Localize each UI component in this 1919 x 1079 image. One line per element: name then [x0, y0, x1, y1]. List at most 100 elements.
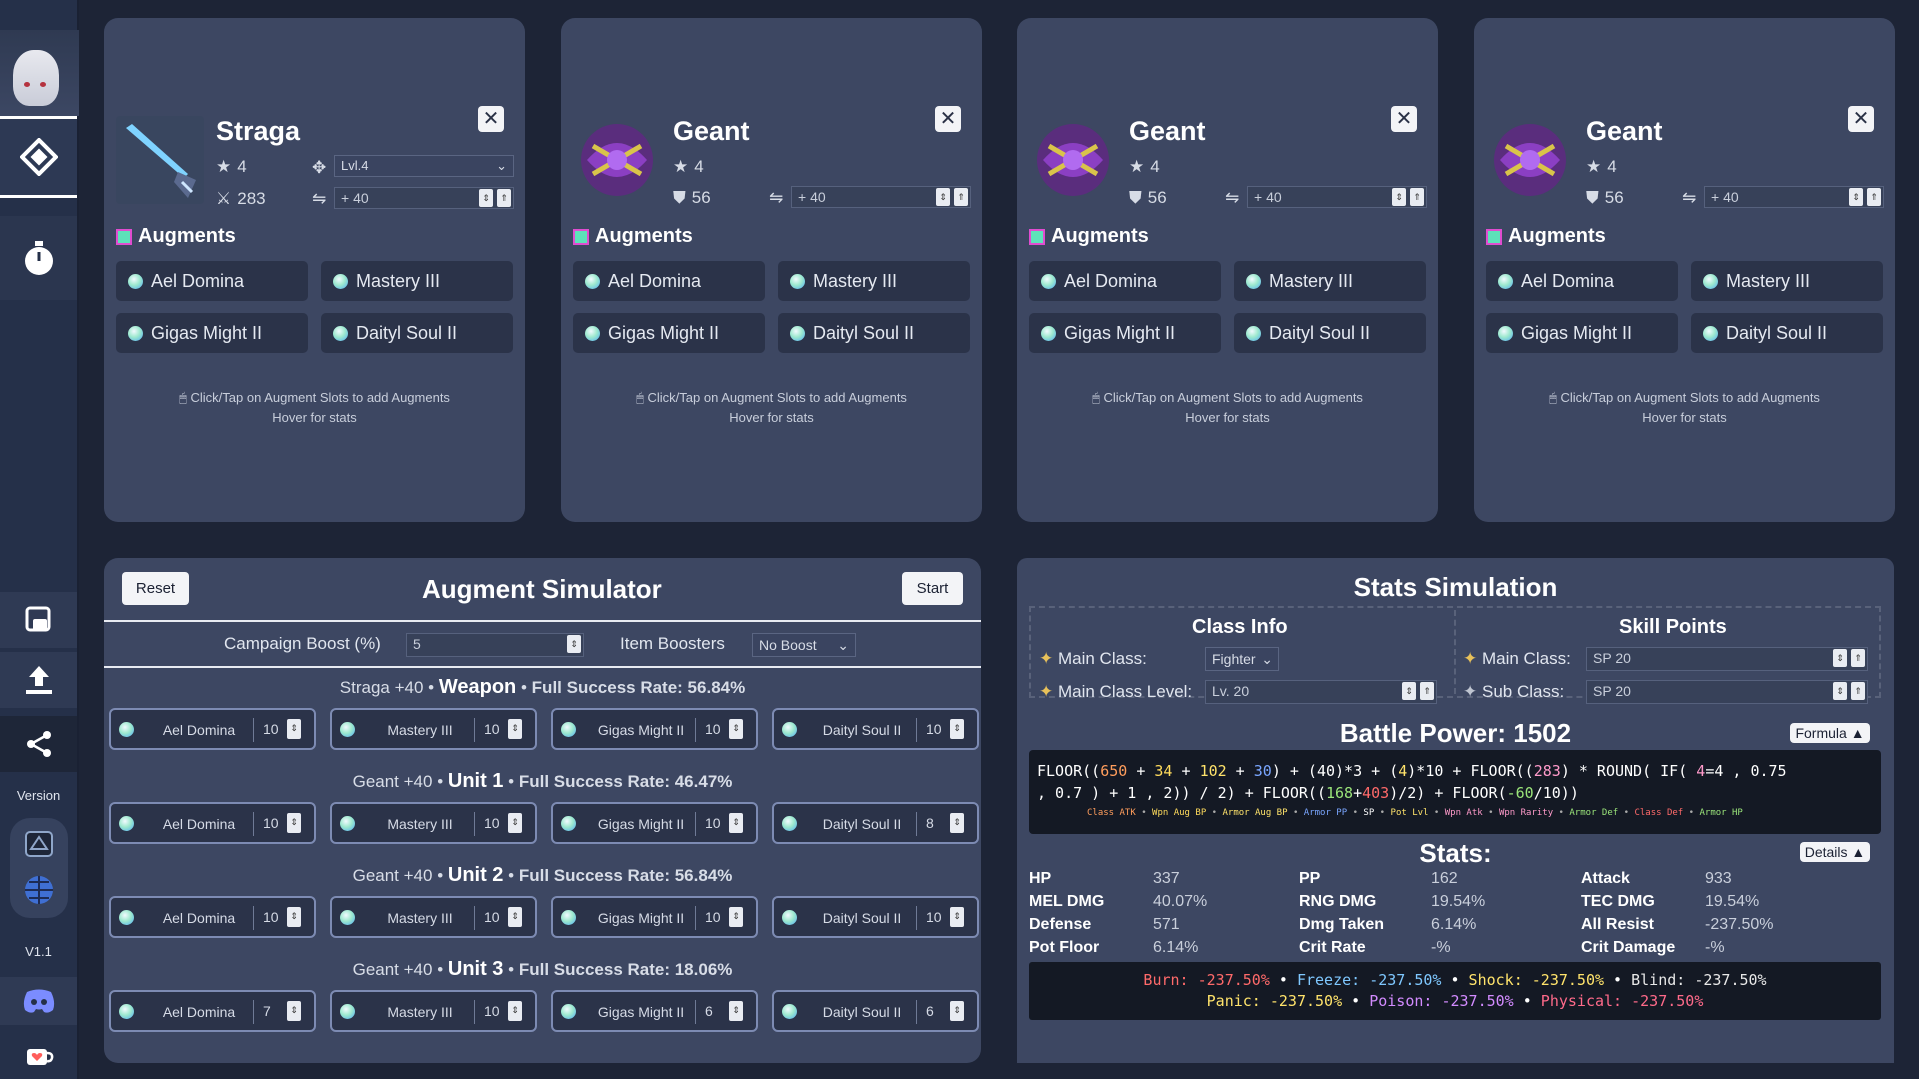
stepper-icon[interactable]: ⇕: [729, 813, 743, 833]
sim-augment-slot[interactable]: Mastery III 10 ⇕: [330, 896, 537, 938]
augment-slot[interactable]: Ael Domina: [573, 261, 765, 301]
augment-slot[interactable]: Gigas Might II: [116, 313, 308, 353]
stepper-icon[interactable]: ⇕: [950, 907, 964, 927]
augment-slot[interactable]: Daityl Soul II: [1691, 313, 1883, 353]
sim-augment-slot[interactable]: Mastery III 10 ⇕: [330, 708, 537, 750]
stepper-icon[interactable]: ⇕: [508, 813, 522, 833]
sim-augment-count[interactable]: 10: [484, 815, 500, 831]
augment-slot[interactable]: Gigas Might II: [573, 313, 765, 353]
stepper-icon[interactable]: ⇕: [950, 1001, 964, 1021]
start-button[interactable]: Start: [902, 572, 963, 605]
sim-augment-slot[interactable]: Gigas Might II 10 ⇕: [551, 896, 758, 938]
enhance-input[interactable]: + 40 ⇕ ⇑: [1704, 186, 1884, 208]
item-boosters-select[interactable]: No Boost ⌄: [752, 633, 856, 657]
max-icon[interactable]: ⇑: [497, 189, 511, 207]
stepper-icon[interactable]: ⇕: [287, 1001, 301, 1021]
emblem-icon[interactable]: [23, 829, 55, 859]
sim-augment-slot[interactable]: Gigas Might II 6 ⇕: [551, 990, 758, 1032]
stepper-icon[interactable]: ⇕: [1833, 682, 1847, 700]
sim-augment-slot[interactable]: Ael Domina 7 ⇕: [109, 990, 316, 1032]
sim-augment-slot[interactable]: Daityl Soul II 10 ⇕: [772, 896, 979, 938]
augment-slot[interactable]: Gigas Might II: [1029, 313, 1221, 353]
sim-augment-slot[interactable]: Mastery III 10 ⇕: [330, 990, 537, 1032]
max-icon[interactable]: ⇑: [1851, 682, 1865, 700]
stepper-icon[interactable]: ⇕: [1833, 649, 1847, 667]
max-icon[interactable]: ⇑: [1851, 649, 1865, 667]
sim-augment-count[interactable]: 10: [705, 909, 721, 925]
augment-slot[interactable]: Mastery III: [321, 261, 513, 301]
sim-augment-slot[interactable]: Gigas Might II 10 ⇕: [551, 708, 758, 750]
sim-augment-slot[interactable]: Gigas Might II 10 ⇕: [551, 802, 758, 844]
max-icon[interactable]: ⇑: [1420, 682, 1434, 700]
augment-slot[interactable]: Daityl Soul II: [1234, 313, 1426, 353]
augment-slot[interactable]: Daityl Soul II: [321, 313, 513, 353]
augment-slot[interactable]: Mastery III: [1691, 261, 1883, 301]
close-icon[interactable]: ✕: [478, 106, 504, 132]
stepper-icon[interactable]: ⇕: [567, 635, 581, 653]
discord-button[interactable]: [0, 977, 77, 1025]
augment-slot[interactable]: Mastery III: [1234, 261, 1426, 301]
sim-augment-slot[interactable]: Mastery III 10 ⇕: [330, 802, 537, 844]
sim-augment-count[interactable]: 10: [705, 815, 721, 831]
sim-augment-count[interactable]: 6: [705, 1003, 713, 1019]
max-icon[interactable]: ⇑: [954, 188, 968, 206]
reset-button[interactable]: Reset: [122, 572, 189, 605]
sim-augment-slot[interactable]: Daityl Soul II 6 ⇕: [772, 990, 979, 1032]
sim-augment-count[interactable]: 10: [484, 721, 500, 737]
augment-slot[interactable]: Gigas Might II: [1486, 313, 1678, 353]
sp-main-input[interactable]: SP 20 ⇕ ⇑: [1586, 647, 1868, 671]
sim-augment-slot[interactable]: Daityl Soul II 8 ⇕: [772, 802, 979, 844]
sim-augment-count[interactable]: 10: [705, 721, 721, 737]
stepper-icon[interactable]: ⇕: [729, 1001, 743, 1021]
kofi-button[interactable]: [0, 1034, 77, 1079]
sim-augment-count[interactable]: 6: [926, 1003, 934, 1019]
nav-timer-button[interactable]: [0, 216, 77, 300]
sim-augment-slot[interactable]: Ael Domina 10 ⇕: [109, 896, 316, 938]
stepper-icon[interactable]: ⇕: [950, 813, 964, 833]
stepper-icon[interactable]: ⇕: [508, 719, 522, 739]
stepper-icon[interactable]: ⇕: [729, 719, 743, 739]
stepper-icon[interactable]: ⇕: [508, 907, 522, 927]
stepper-icon[interactable]: ⇕: [287, 813, 301, 833]
details-toggle-button[interactable]: Details ▲: [1800, 842, 1870, 862]
sim-augment-count[interactable]: 8: [926, 815, 934, 831]
nav-home-button[interactable]: [0, 119, 77, 195]
stepper-icon[interactable]: ⇕: [1849, 188, 1863, 206]
close-icon[interactable]: ✕: [935, 106, 961, 132]
sim-augment-count[interactable]: 10: [263, 721, 279, 737]
sim-augment-count[interactable]: 10: [926, 721, 942, 737]
stepper-icon[interactable]: ⇕: [950, 719, 964, 739]
stepper-icon[interactable]: ⇕: [508, 1001, 522, 1021]
sim-augment-slot[interactable]: Ael Domina 10 ⇕: [109, 708, 316, 750]
stepper-icon[interactable]: ⇕: [287, 719, 301, 739]
stepper-icon[interactable]: ⇕: [729, 907, 743, 927]
main-class-level-input[interactable]: Lv. 20 ⇕ ⇑: [1205, 680, 1437, 704]
enhance-input[interactable]: + 40 ⇕ ⇑: [791, 186, 971, 208]
nav-share-button[interactable]: [0, 716, 77, 772]
sim-augment-slot[interactable]: Ael Domina 10 ⇕: [109, 802, 316, 844]
stepper-icon[interactable]: ⇕: [1392, 188, 1406, 206]
stepper-icon[interactable]: ⇕: [936, 188, 950, 206]
nav-upload-button[interactable]: [0, 652, 77, 708]
close-icon[interactable]: ✕: [1391, 106, 1417, 132]
sim-augment-count[interactable]: 10: [263, 909, 279, 925]
sim-augment-count[interactable]: 10: [263, 815, 279, 831]
main-class-select[interactable]: Fighter ⌄: [1205, 647, 1279, 671]
augment-slot[interactable]: Ael Domina: [1486, 261, 1678, 301]
augment-slot[interactable]: Ael Domina: [116, 261, 308, 301]
sim-augment-count[interactable]: 10: [926, 909, 942, 925]
stepper-icon[interactable]: ⇕: [479, 189, 493, 207]
max-icon[interactable]: ⇑: [1867, 188, 1881, 206]
augment-slot[interactable]: Mastery III: [778, 261, 970, 301]
sim-augment-count[interactable]: 10: [484, 1003, 500, 1019]
enhance-input[interactable]: + 40 ⇕ ⇑: [1247, 186, 1427, 208]
sim-augment-count[interactable]: 10: [484, 909, 500, 925]
stepper-icon[interactable]: ⇕: [1402, 682, 1416, 700]
augment-slot[interactable]: Daityl Soul II: [778, 313, 970, 353]
avatar[interactable]: [0, 30, 79, 116]
sp-sub-input[interactable]: SP 20 ⇕ ⇑: [1586, 680, 1868, 704]
potential-level-select[interactable]: Lvl.4 ⌄: [334, 155, 514, 177]
close-icon[interactable]: ✕: [1848, 106, 1874, 132]
formula-toggle-button[interactable]: Formula ▲: [1790, 723, 1870, 743]
globe-icon[interactable]: [22, 873, 56, 907]
